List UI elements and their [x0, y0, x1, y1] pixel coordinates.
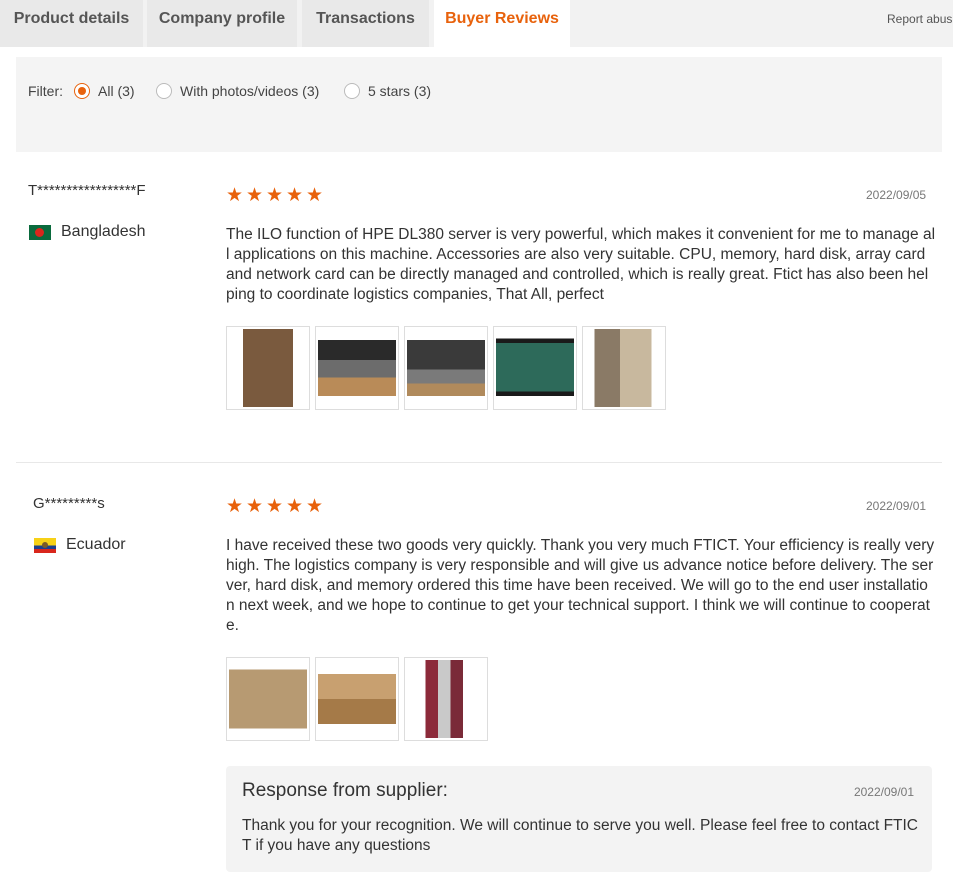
radio-icon[interactable] — [156, 83, 172, 99]
star-icon: ★ — [246, 185, 264, 206]
review-photo[interactable] — [226, 657, 310, 741]
review-photo[interactable] — [404, 326, 488, 410]
reviewer-name: G*********s — [33, 495, 105, 512]
star-icon: ★ — [306, 185, 324, 206]
radio-icon[interactable] — [344, 83, 360, 99]
review-photo[interactable] — [315, 657, 399, 741]
star-icon: ★ — [306, 496, 324, 517]
star-icon: ★ — [226, 496, 244, 517]
reviewer-country: Ecuador — [34, 536, 126, 554]
review-photo[interactable] — [315, 326, 399, 410]
filter-with-photos[interactable]: With photos/videos (3) — [156, 83, 319, 99]
review-date: 2022/09/05 — [866, 188, 927, 202]
response-text: Thank you for your recognition. We will … — [242, 817, 919, 854]
star-rating: ★ ★ ★ ★ ★ — [226, 496, 324, 517]
tab-transactions[interactable]: Transactions — [302, 0, 429, 47]
filter-5-stars[interactable]: 5 stars (3) — [344, 83, 431, 99]
review-photo[interactable] — [582, 326, 666, 410]
boxes-photo-image — [229, 660, 307, 738]
review-date: 2022/09/01 — [866, 499, 927, 513]
star-icon: ★ — [266, 185, 284, 206]
boxes-photo-image — [229, 329, 307, 407]
review-photo[interactable] — [493, 326, 577, 410]
packages-photo-image — [318, 660, 396, 738]
star-icon: ★ — [266, 496, 284, 517]
star-rating: ★ ★ ★ ★ ★ — [226, 185, 324, 206]
review-text: I have received these two goods very qui… — [226, 537, 935, 634]
country-label: Ecuador — [66, 536, 126, 553]
reviewer-name: T*****************F — [28, 182, 146, 199]
filter-option-label: 5 stars (3) — [368, 83, 432, 99]
response-date: 2022/09/01 — [853, 785, 914, 799]
star-icon: ★ — [286, 496, 304, 517]
reviewer-country: Bangladesh — [29, 223, 146, 241]
package-photo-image — [585, 329, 663, 407]
star-icon: ★ — [226, 185, 244, 206]
filter-label: Filter: — [28, 83, 63, 99]
ilo-screen-photo-image — [496, 329, 574, 407]
star-icon: ★ — [286, 185, 304, 206]
filter-option-label: With photos/videos (3) — [180, 83, 320, 99]
review-photo[interactable] — [404, 657, 488, 741]
radio-selected-icon[interactable] — [74, 83, 90, 99]
review-text: The ILO function of HPE DL380 server is … — [226, 226, 936, 303]
bangladesh-flag-icon — [29, 224, 51, 240]
memory-modules-photo-image — [407, 660, 485, 738]
filter-option-label: All (3) — [98, 83, 135, 99]
tab-buyer-reviews[interactable]: Buyer Reviews — [434, 0, 570, 47]
response-title: Response from supplier: — [242, 780, 448, 801]
review-filter: Filter: All (3) With photos/videos (3) 5… — [16, 57, 942, 152]
tab-company-profile[interactable]: Company profile — [147, 0, 297, 47]
star-icon: ★ — [246, 496, 264, 517]
server-front-photo-image — [407, 329, 485, 407]
report-abuse-link[interactable]: Report abus — [887, 12, 952, 26]
filter-all[interactable]: All (3) — [74, 83, 135, 99]
ecuador-flag-icon — [34, 537, 56, 553]
server-rack-photo-image — [318, 329, 396, 407]
supplier-response: Response from supplier: 2022/09/01 Thank… — [226, 766, 932, 872]
tab-bar: Product details Company profile Transact… — [0, 0, 953, 47]
tab-product-details[interactable]: Product details — [0, 0, 143, 47]
review-photo[interactable] — [226, 326, 310, 410]
country-label: Bangladesh — [61, 223, 146, 240]
review-divider — [16, 462, 942, 463]
